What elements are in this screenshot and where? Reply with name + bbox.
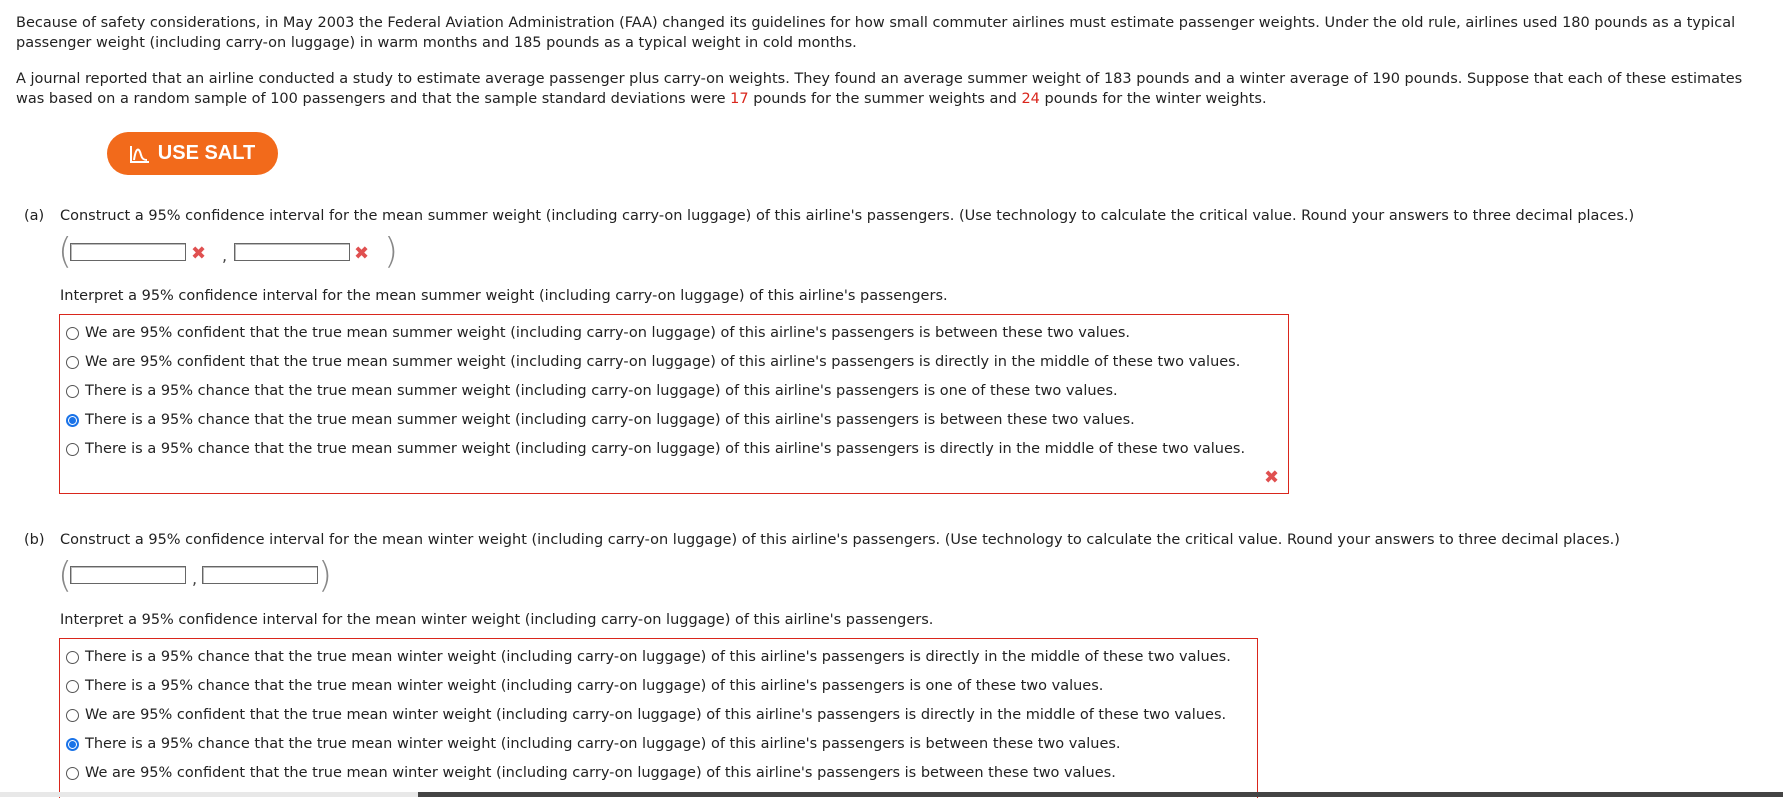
option-label: We are 95% confident that the true mean … (85, 325, 1131, 341)
radio-option[interactable]: There is a 95% chance that the true mean… (66, 675, 1103, 697)
incorrect-icon: ✖ (1264, 467, 1280, 488)
radio-button[interactable] (66, 708, 79, 722)
option-label: We are 95% confident that the true mean … (85, 354, 1241, 370)
option-label: There is a 95% chance that the true mean… (85, 383, 1118, 399)
option-label: We are 95% confident that the true mean … (85, 707, 1227, 723)
part-a-label: (a) (24, 208, 45, 224)
part-b-label: (b) (24, 532, 45, 548)
radio-option[interactable]: We are 95% confident that the true mean … (66, 704, 1226, 726)
part-a-options-group: We are 95% confident that the true mean … (59, 314, 1289, 494)
part-b-question: Construct a 95% confidence interval for … (60, 532, 1620, 548)
comma-separator: , (192, 569, 198, 588)
incorrect-icon: ✖ (354, 243, 370, 264)
close-paren: ) (384, 231, 399, 272)
radio-option[interactable]: There is a 95% chance that the true mean… (66, 438, 1245, 460)
option-label: There is a 95% chance that the true mean… (85, 678, 1104, 694)
option-label: There is a 95% chance that the true mean… (85, 649, 1231, 665)
part-b-options-group: There is a 95% chance that the true mean… (59, 638, 1258, 798)
radio-button[interactable] (66, 442, 79, 456)
close-paren: ) (318, 555, 333, 596)
radio-button-selected[interactable] (66, 413, 79, 427)
radio-button[interactable] (66, 355, 79, 369)
intro-text: pounds for the summer weights and (748, 91, 1022, 107)
part-a-question: Construct a 95% confidence interval for … (60, 208, 1635, 224)
part-a-interpret-prompt: Interpret a 95% confidence interval for … (60, 288, 948, 304)
radio-option[interactable]: There is a 95% chance that the true mean… (66, 380, 1118, 402)
radio-button[interactable] (66, 384, 79, 398)
option-label: There is a 95% chance that the true mean… (85, 736, 1121, 752)
radio-button[interactable] (66, 766, 79, 780)
option-label: There is a 95% chance that the true mean… (85, 441, 1246, 457)
radio-option[interactable]: We are 95% confident that the true mean … (66, 351, 1240, 373)
option-label: There is a 95% chance that the true mean… (85, 412, 1135, 428)
radio-button[interactable] (66, 326, 79, 340)
intro-paragraph-2: A journal reported that an airline condu… (16, 69, 1766, 109)
part-b-lower-input[interactable] (70, 566, 186, 584)
part-b-interpret-prompt: Interpret a 95% confidence interval for … (60, 612, 934, 628)
part-b-upper-input[interactable] (202, 566, 318, 584)
horizontal-scrollbar[interactable] (0, 792, 1783, 797)
sd-winter-value: 24 (1021, 91, 1040, 107)
radio-option-selected[interactable]: There is a 95% chance that the true mean… (66, 409, 1135, 431)
part-a-lower-input[interactable] (70, 243, 186, 261)
part-a-upper-input[interactable] (234, 243, 350, 261)
use-salt-button[interactable]: USE SALT (107, 132, 278, 175)
option-label: We are 95% confident that the true mean … (85, 765, 1116, 781)
comma-separator: , (222, 246, 228, 265)
intro-paragraph-1: Because of safety considerations, in May… (16, 15, 1736, 51)
radio-option[interactable]: We are 95% confident that the true mean … (66, 322, 1130, 344)
sd-summer-value: 17 (730, 91, 749, 107)
radio-button[interactable] (66, 650, 79, 664)
radio-option[interactable]: We are 95% confident that the true mean … (66, 762, 1116, 784)
radio-button-selected[interactable] (66, 737, 79, 751)
use-salt-label: USE SALT (157, 142, 256, 164)
incorrect-icon: ✖ (191, 243, 207, 264)
scrollbar-thumb[interactable] (418, 792, 1783, 797)
salt-chart-icon (129, 145, 150, 163)
radio-option[interactable]: There is a 95% chance that the true mean… (66, 646, 1231, 668)
radio-option-selected[interactable]: There is a 95% chance that the true mean… (66, 733, 1121, 755)
radio-button[interactable] (66, 679, 79, 693)
intro-text: pounds for the winter weights. (1039, 91, 1267, 107)
